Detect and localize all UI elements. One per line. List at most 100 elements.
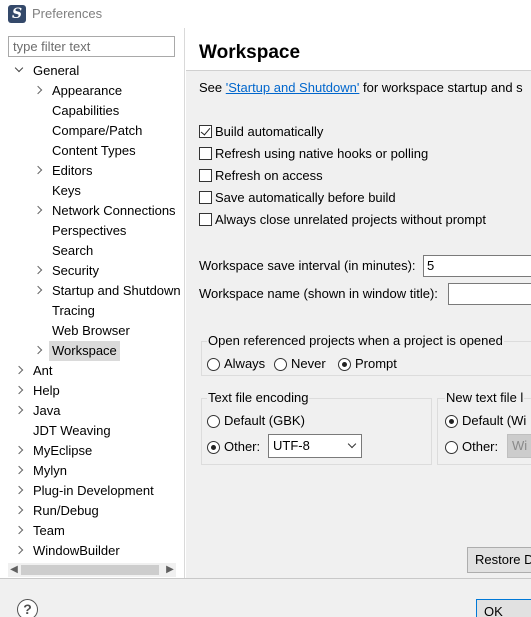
delimiter-other-radio[interactable] — [445, 441, 458, 454]
open-ref-never-radio[interactable] — [274, 358, 287, 371]
tree-item-perspectives[interactable]: Perspectives — [0, 221, 185, 241]
tree-item-compare-patch[interactable]: Compare/Patch — [0, 121, 185, 141]
ok-button[interactable]: OK — [476, 599, 531, 617]
scroll-left-icon[interactable]: ◀ — [8, 563, 20, 577]
tree-item-startup-and-shutdown[interactable]: Startup and Shutdown — [0, 281, 185, 301]
chevron-down-icon — [347, 439, 357, 449]
tree-item-label: Startup and Shutdown — [52, 283, 181, 298]
scrollbar-thumb[interactable] — [21, 565, 159, 575]
help-icon[interactable]: ? — [17, 599, 38, 617]
save-interval-label: Workspace save interval (in minutes): — [199, 258, 416, 273]
tree-item-keys[interactable]: Keys — [0, 181, 185, 201]
chevron-right-icon[interactable] — [33, 86, 43, 96]
tree-item-label: Capabilities — [52, 103, 120, 118]
tree-item-label: Java — [33, 403, 61, 418]
delimiter-default-radio[interactable] — [445, 415, 458, 428]
encoding-other-radio[interactable] — [207, 441, 220, 454]
checkbox-label: Save automatically before build — [215, 190, 396, 205]
tree-item-tracing[interactable]: Tracing — [0, 301, 185, 321]
tree-horizontal-scrollbar[interactable]: ◀ ▶ — [8, 563, 176, 577]
chevron-right-icon[interactable] — [14, 506, 24, 516]
save-interval-input[interactable]: 5 — [423, 255, 531, 277]
tree-item-label: Team — [33, 523, 65, 538]
open-ref-prompt-label: Prompt — [355, 356, 397, 371]
tree-item-team[interactable]: Team — [0, 521, 185, 541]
refresh-on-access-checkbox[interactable] — [199, 169, 212, 182]
encoding-select[interactable]: UTF-8 — [268, 434, 362, 458]
chevron-right-icon[interactable] — [14, 446, 24, 456]
tree-item-label: Editors — [52, 163, 93, 178]
chevron-right-icon[interactable] — [14, 406, 24, 416]
tree-item-label: Ant — [33, 363, 53, 378]
chevron-right-icon[interactable] — [14, 486, 24, 496]
tree-item-editors[interactable]: Editors — [0, 161, 185, 181]
tree-item-myeclipse[interactable]: MyEclipse — [0, 441, 185, 461]
chevron-right-icon[interactable] — [33, 206, 43, 216]
tree-item-workspace[interactable]: Workspace — [0, 341, 185, 361]
delimiter-other-label: Other: — [462, 439, 499, 454]
checkbox-label: Refresh on access — [215, 168, 323, 183]
tree-item-java[interactable]: Java — [0, 401, 185, 421]
tree-item-web-browser[interactable]: Web Browser — [0, 321, 185, 341]
tree-item-content-types[interactable]: Content Types — [0, 141, 185, 161]
open-ref-never-label: Never — [291, 356, 326, 371]
tree-item-search[interactable]: Search — [0, 241, 185, 261]
delimiter-select: Wi — [507, 434, 531, 458]
open-ref-always-radio[interactable] — [207, 358, 220, 371]
tree-item-capabilities[interactable]: Capabilities — [0, 101, 185, 121]
chevron-right-icon[interactable] — [14, 546, 24, 556]
workspace-page: Workspace See 'Startup and Shutdown' for… — [186, 28, 531, 578]
tree-item-windowbuilder[interactable]: WindowBuilder — [0, 541, 185, 561]
tree-item-jdt-weaving[interactable]: JDT Weaving — [0, 421, 185, 441]
checkbox-label: Build automatically — [215, 124, 324, 139]
chevron-right-icon[interactable] — [33, 166, 43, 176]
chevron-right-icon[interactable] — [14, 366, 24, 376]
filter-input[interactable]: type filter text — [8, 36, 175, 57]
tree-item-help[interactable]: Help — [0, 381, 185, 401]
open-ref-prompt-radio[interactable] — [338, 358, 351, 371]
preferences-tree-pane: type filter text General Appearance Capabi… — [0, 28, 185, 578]
chevron-right-icon[interactable] — [14, 526, 24, 536]
chevron-right-icon[interactable] — [33, 266, 43, 276]
tree-item-label: Mylyn — [33, 463, 67, 478]
tree-item-label: Tracing — [52, 303, 95, 318]
tree-item-label: Content Types — [52, 143, 136, 158]
tree-item-label: Security — [52, 263, 99, 278]
chevron-right-icon[interactable] — [14, 466, 24, 476]
restore-defaults-button[interactable]: Restore D — [467, 547, 531, 573]
tree-item-network-connections[interactable]: Network Connections — [0, 201, 185, 221]
tree-item-label: Compare/Patch — [52, 123, 143, 138]
tree-item-security[interactable]: Security — [0, 261, 185, 281]
tree-item-mylyn[interactable]: Mylyn — [0, 461, 185, 481]
open-referenced-projects-title: Open referenced projects when a project … — [207, 333, 504, 348]
encoding-default-radio[interactable] — [207, 415, 220, 428]
tree-item-general[interactable]: General — [0, 61, 185, 81]
save-automatically-before-build-checkbox[interactable] — [199, 191, 212, 204]
chevron-right-icon[interactable] — [33, 346, 43, 356]
tree-item-run-debug[interactable]: Run/Debug — [0, 501, 185, 521]
chevron-right-icon[interactable] — [14, 386, 24, 396]
chevron-down-icon[interactable] — [14, 66, 24, 76]
build-automatically-checkbox[interactable] — [199, 125, 212, 138]
tree-item-label: WindowBuilder — [33, 543, 120, 558]
tree-item-label: Web Browser — [52, 323, 130, 338]
workspace-name-input[interactable] — [448, 283, 531, 305]
always-close-unrelated-projects-without-prompt-checkbox[interactable] — [199, 213, 212, 226]
tree-item-appearance[interactable]: Appearance — [0, 81, 185, 101]
tree-item-plug-in-development[interactable]: Plug-in Development — [0, 481, 185, 501]
encoding-other-label: Other: — [224, 439, 261, 454]
tree-item-label: Appearance — [52, 83, 123, 98]
workspace-name-label: Workspace name (shown in window title): — [199, 286, 438, 301]
dialog-button-bar: ? OK — [0, 578, 531, 617]
delimiter-default-label: Default (Wi — [462, 413, 527, 428]
tree-item-label: Plug-in Development — [33, 483, 154, 498]
chevron-right-icon[interactable] — [33, 286, 43, 296]
intro-prefix: See — [199, 80, 226, 95]
tree-item-label: Search — [52, 243, 94, 258]
open-ref-always-label: Always — [224, 356, 266, 371]
startup-shutdown-link[interactable]: 'Startup and Shutdown' — [226, 80, 360, 95]
tree-item-label: Workspace — [49, 341, 120, 361]
scroll-right-icon[interactable]: ▶ — [164, 563, 176, 577]
refresh-using-native-hooks-or-polling-checkbox[interactable] — [199, 147, 212, 160]
tree-item-ant[interactable]: Ant — [0, 361, 185, 381]
